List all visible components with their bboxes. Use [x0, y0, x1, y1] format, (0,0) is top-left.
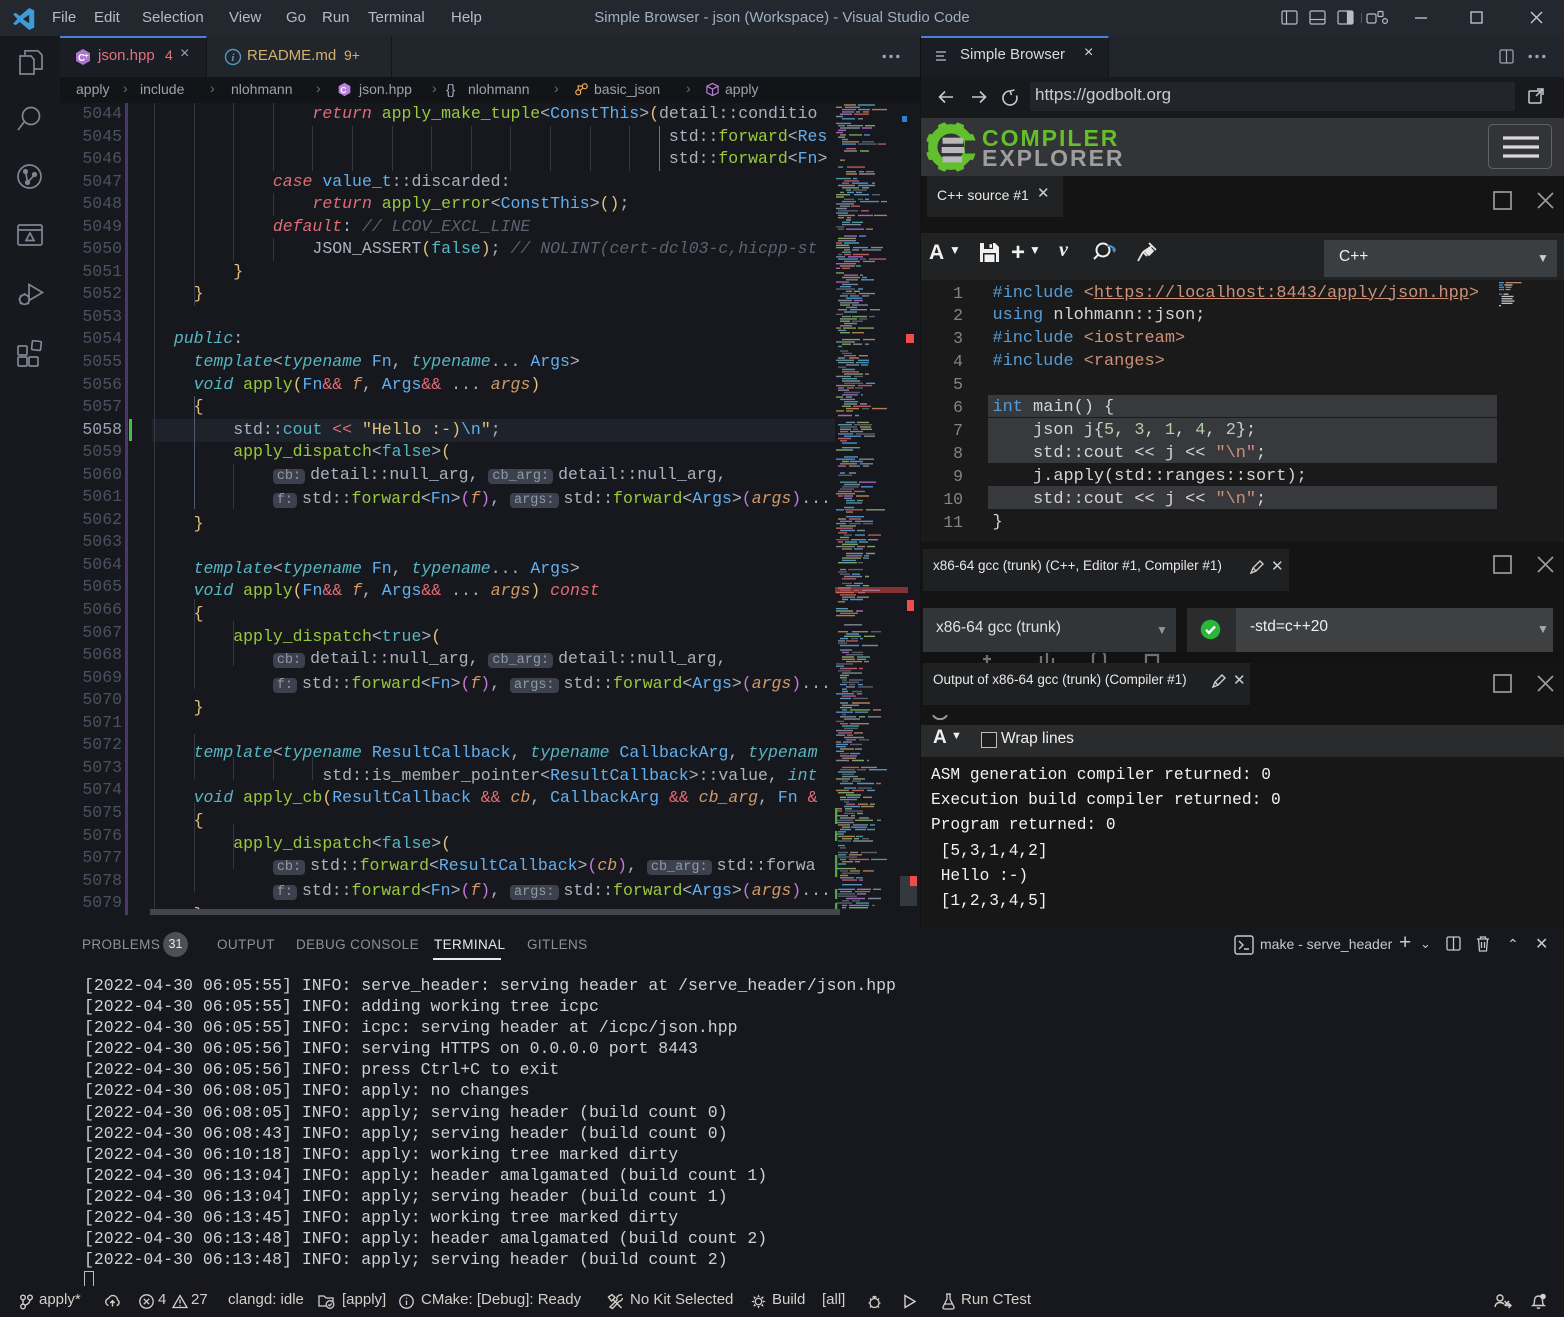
svg-text:i: i — [231, 52, 235, 64]
svg-text:C: C — [340, 85, 346, 95]
svg-text:+: + — [85, 53, 89, 60]
